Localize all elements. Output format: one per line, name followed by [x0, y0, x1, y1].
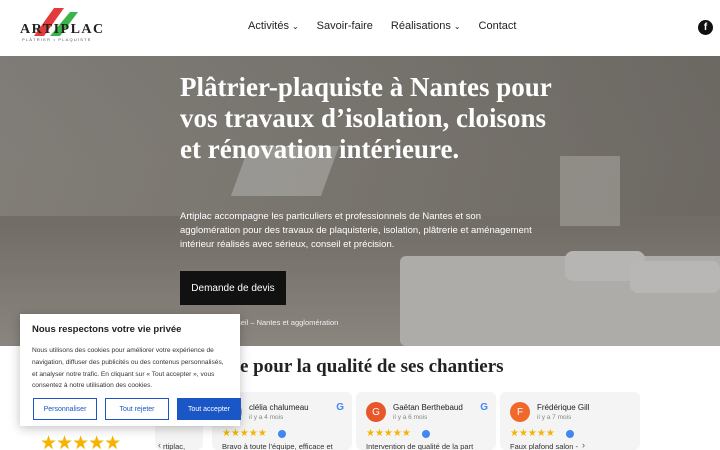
- chevron-down-icon: ⌄: [453, 21, 461, 31]
- logo-tagline: PLÂTRIER • PLAQUISTE: [22, 37, 92, 42]
- quote-request-button[interactable]: Demande de devis: [180, 271, 286, 305]
- cookie-actions: Personnaliser Tout rejeter Tout accepter: [33, 398, 241, 420]
- verified-icon: [278, 430, 286, 438]
- cookie-consent-banner: Nous respectons votre vie privée Nous ut…: [20, 314, 241, 426]
- hero-section: Plâtrier-plaquiste à Nantes pour vos tra…: [0, 56, 720, 346]
- hero-description: Artiplac accompagne les particuliers et …: [180, 211, 532, 250]
- review-stars: ★★★★★: [510, 428, 555, 439]
- artiplac-logo[interactable]: ARTIPLAC PLÂTRIER • PLAQUISTE: [20, 6, 103, 50]
- reviewer-name: Frédérique Gill: [537, 403, 590, 412]
- avatar: G: [366, 402, 386, 422]
- nav-item-activites[interactable]: Activités ⌄: [248, 20, 299, 32]
- carousel-prev-icon[interactable]: ‹: [158, 440, 161, 450]
- main-nav: Activités ⌄ Savoir-faire Réalisations ⌄ …: [248, 20, 516, 32]
- reject-all-button[interactable]: Tout rejeter: [105, 398, 169, 420]
- logo-text: ARTIPLAC: [20, 22, 105, 37]
- review-text: Bravo à toute l’équipe, efficace et: [222, 442, 333, 450]
- carousel-next-icon[interactable]: ›: [582, 440, 585, 450]
- reviewer-name: clélia chalumeau: [249, 403, 309, 412]
- verified-icon: [566, 430, 574, 438]
- review-stars: ★★★★★: [366, 428, 411, 439]
- nav-item-realisations[interactable]: Réalisations ⌄: [391, 20, 461, 32]
- site-header: ARTIPLAC PLÂTRIER • PLAQUISTE Activités …: [0, 0, 720, 56]
- review-stars: ★★★★★: [222, 428, 267, 439]
- review-text: Intervention de qualité de la part: [366, 442, 474, 450]
- overall-rating-stars: ★★★★★: [40, 433, 121, 450]
- nav-label: Réalisations: [390, 20, 451, 32]
- reviewer-name: Gaëtan Berthebaud: [393, 403, 463, 412]
- google-icon: G: [480, 402, 488, 413]
- review-card: F Frédérique Gill il y a 7 mois ★★★★★ Fa…: [500, 392, 640, 450]
- nav-item-savoir-faire[interactable]: Savoir-faire: [317, 20, 373, 32]
- review-date: il y a 7 mois: [537, 414, 572, 421]
- review-card: G Gaëtan Berthebaud il y a 6 mois G ★★★★…: [356, 392, 496, 450]
- reviews-section-title: e pour la qualité de ses chantiers: [240, 356, 504, 377]
- nav-label: Savoir-faire: [316, 20, 373, 32]
- review-date: il y a 4 mois: [249, 414, 284, 421]
- hero-breadcrumb: seil – Nantes et agglomération: [237, 318, 339, 327]
- verified-icon: [422, 430, 430, 438]
- nav-label: Activités: [248, 20, 289, 32]
- customize-button[interactable]: Personnaliser: [33, 398, 97, 420]
- review-date: il y a 6 mois: [393, 414, 428, 421]
- review-text: Faux plafond salon -: [510, 442, 578, 450]
- nav-label: Contact: [478, 20, 517, 32]
- accept-all-button[interactable]: Tout accepter: [177, 398, 241, 420]
- google-icon: G: [336, 402, 344, 413]
- avatar: F: [510, 402, 530, 422]
- nav-item-contact[interactable]: Contact: [479, 20, 517, 32]
- review-text: rtiplac,: [163, 442, 186, 450]
- cookie-description: Nous utilisons des cookies pour améliore…: [32, 347, 224, 390]
- facebook-icon[interactable]: f: [698, 20, 713, 35]
- hero-title: Plâtrier-plaquiste à Nantes pour vos tra…: [180, 72, 552, 164]
- cookie-title: Nous respectons votre vie privée: [32, 324, 182, 335]
- chevron-down-icon: ⌄: [291, 21, 299, 31]
